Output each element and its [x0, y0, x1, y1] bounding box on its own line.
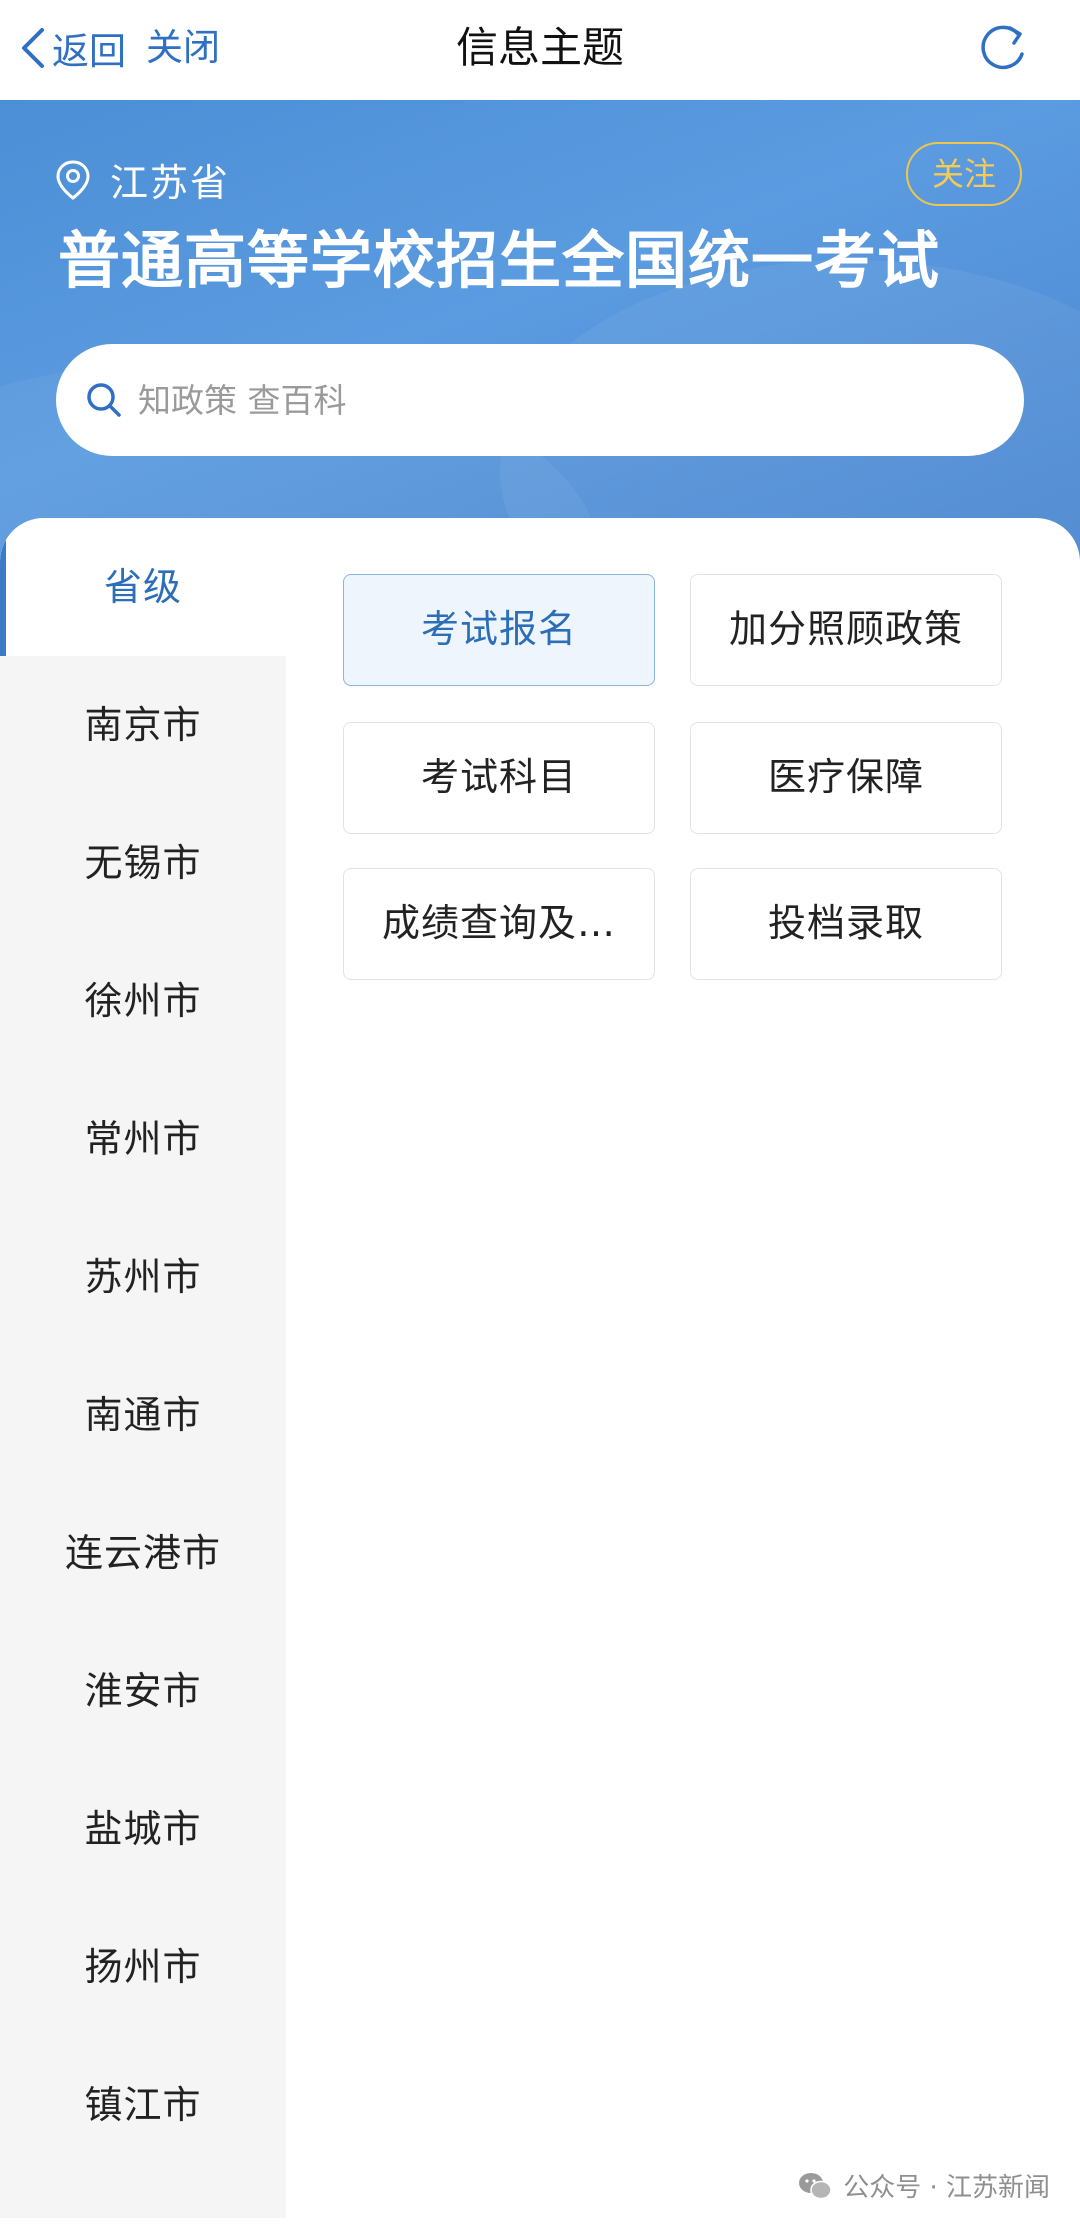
search-icon — [87, 383, 121, 417]
sidebar-item-wuxi[interactable]: 无锡市 — [0, 794, 286, 932]
sidebar-item-xuzhou[interactable]: 徐州市 — [0, 932, 286, 1070]
back-label: 返回 — [52, 30, 126, 73]
nav-bar: 返回 关闭 信息主题 — [0, 0, 1080, 100]
topic-medical-support[interactable]: 医疗保障 — [690, 722, 1002, 834]
close-button[interactable]: 关闭 — [146, 20, 220, 76]
search-bar[interactable] — [56, 344, 1024, 456]
region-sidebar: 省级 南京市 无锡市 徐州市 常州市 苏州市 南通市 连云港市 淮安市 盐城市 … — [0, 518, 286, 2218]
sidebar-item-nanjing[interactable]: 南京市 — [0, 656, 286, 794]
topic-bonus-policy[interactable]: 加分照顾政策 — [690, 574, 1002, 686]
back-button[interactable]: 返回 — [16, 20, 126, 76]
sidebar-item-provincial[interactable]: 省级 — [0, 518, 286, 656]
sidebar-item-changzhou[interactable]: 常州市 — [0, 1070, 286, 1208]
content-panel: 省级 南京市 无锡市 徐州市 常州市 苏州市 南通市 连云港市 淮安市 盐城市 … — [0, 518, 1080, 2230]
topic-header: 江苏省 关注 普通高等学校招生全国统一考试 — [0, 100, 1080, 560]
sidebar-item-huaian[interactable]: 淮安市 — [0, 1622, 286, 1760]
chevron-left-icon — [22, 28, 44, 68]
location-pin-icon — [56, 159, 90, 200]
location-row[interactable]: 江苏省 — [54, 152, 230, 207]
watermark: 公众号 · 江苏新闻 — [797, 2167, 1050, 2204]
sidebar-item-yangzhou[interactable]: 扬州市 — [0, 1898, 286, 2036]
sidebar-item-yancheng[interactable]: 盐城市 — [0, 1760, 286, 1898]
exam-title: 普通高等学校招生全国统一考试 — [58, 224, 941, 297]
sidebar-item-suzhou[interactable]: 苏州市 — [0, 1208, 286, 1346]
sidebar-item-nantong[interactable]: 南通市 — [0, 1346, 286, 1484]
watermark-text: 公众号 · 江苏新闻 — [843, 2173, 1050, 2203]
topic-exam-subjects[interactable]: 考试科目 — [343, 722, 655, 834]
topic-score-inquiry[interactable]: 成绩查询及… — [343, 868, 655, 980]
location-label: 江苏省 — [110, 161, 231, 205]
wechat-icon — [799, 2172, 832, 2199]
topic-admission[interactable]: 投档录取 — [690, 868, 1002, 980]
topic-exam-registration[interactable]: 考试报名 — [343, 574, 655, 686]
refresh-icon — [981, 25, 1024, 70]
sidebar-item-zhenjiang[interactable]: 镇江市 — [0, 2036, 286, 2174]
sidebar-item-lianyungang[interactable]: 连云港市 — [0, 1484, 286, 1622]
search-input[interactable] — [138, 380, 958, 420]
follow-button[interactable]: 关注 — [906, 142, 1022, 206]
refresh-button[interactable] — [976, 20, 1032, 76]
